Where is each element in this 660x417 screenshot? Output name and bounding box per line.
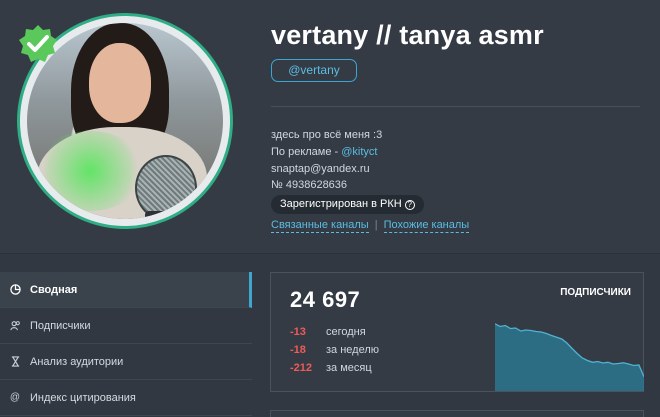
at-icon: @ bbox=[9, 392, 21, 403]
sidebar-item-subscribers[interactable]: Подписчики bbox=[0, 308, 252, 344]
sidebar-item-label: Сводная bbox=[30, 283, 78, 296]
sidebar-nav: Сводная Подписчики Анализ аудитории @ Ин… bbox=[0, 272, 252, 416]
verified-badge-icon bbox=[19, 25, 57, 62]
sidebar-item-label: Анализ аудитории bbox=[30, 355, 124, 368]
channel-links: Связанные каналы | Похожие каналы bbox=[271, 219, 470, 233]
hourglass-icon bbox=[9, 356, 21, 368]
ads-contact-link[interactable]: @kityct bbox=[341, 146, 377, 158]
avatar-face bbox=[89, 43, 151, 123]
delta-month: -212 за месяц bbox=[290, 362, 372, 374]
delta-week: -18 за неделю bbox=[290, 344, 379, 356]
delta-value: -18 bbox=[290, 344, 306, 356]
sidebar-item-label: Индекс цитирования bbox=[30, 391, 136, 404]
pie-chart-icon bbox=[9, 284, 21, 296]
description-email: snaptap@yandex.ru bbox=[271, 163, 370, 175]
links-separator: | bbox=[374, 219, 378, 231]
microphone-stand bbox=[145, 211, 193, 219]
microphone bbox=[135, 155, 197, 219]
subscribers-count: 24 697 bbox=[290, 287, 361, 312]
avatar-green-light bbox=[35, 131, 145, 211]
delta-label: сегодня bbox=[326, 326, 366, 338]
sidebar-item-audience[interactable]: Анализ аудитории bbox=[0, 344, 252, 380]
related-channels-link[interactable]: Связанные каналы bbox=[271, 219, 369, 233]
delta-today: -13 сегодня bbox=[290, 326, 366, 338]
question-icon[interactable]: ? bbox=[404, 200, 415, 210]
channel-title: vertany // tanya asmr bbox=[271, 20, 544, 50]
rkn-badge[interactable]: Зарегистрирован в РКН? bbox=[271, 195, 424, 214]
delta-value: -13 bbox=[290, 326, 306, 338]
users-icon bbox=[9, 320, 21, 332]
subscribers-card: 24 697 ПОДПИСЧИКИ -13 сегодня -18 за недел… bbox=[270, 272, 644, 392]
subscribers-label: ПОДПИСЧИКИ bbox=[560, 287, 631, 298]
ads-prefix: По рекламе - bbox=[271, 146, 342, 158]
header-divider bbox=[271, 106, 640, 107]
channel-handle-link[interactable]: @vertany bbox=[271, 59, 357, 82]
description-ads: По рекламе - @kityct bbox=[271, 146, 377, 158]
sparkline-area bbox=[495, 323, 644, 391]
next-card bbox=[270, 410, 644, 417]
sidebar-item-summary[interactable]: Сводная bbox=[0, 272, 252, 308]
sidebar-item-citation[interactable]: @ Индекс цитирования bbox=[0, 380, 252, 416]
delta-value: -212 bbox=[290, 362, 313, 374]
similar-channels-link[interactable]: Похожие каналы bbox=[383, 219, 470, 233]
subscribers-sparkline bbox=[495, 323, 644, 391]
rkn-badge-label: Зарегистрирован в РКН bbox=[280, 198, 402, 210]
sidebar-item-label: Подписчики bbox=[30, 319, 91, 332]
delta-label: за месяц bbox=[326, 362, 372, 374]
channel-header: vertany // tanya asmr @vertany здесь про… bbox=[0, 0, 660, 254]
delta-label: за неделю bbox=[326, 344, 380, 356]
description-line: здесь про всё меня :3 bbox=[271, 129, 383, 141]
description-number: № 4938628636 bbox=[271, 179, 348, 191]
